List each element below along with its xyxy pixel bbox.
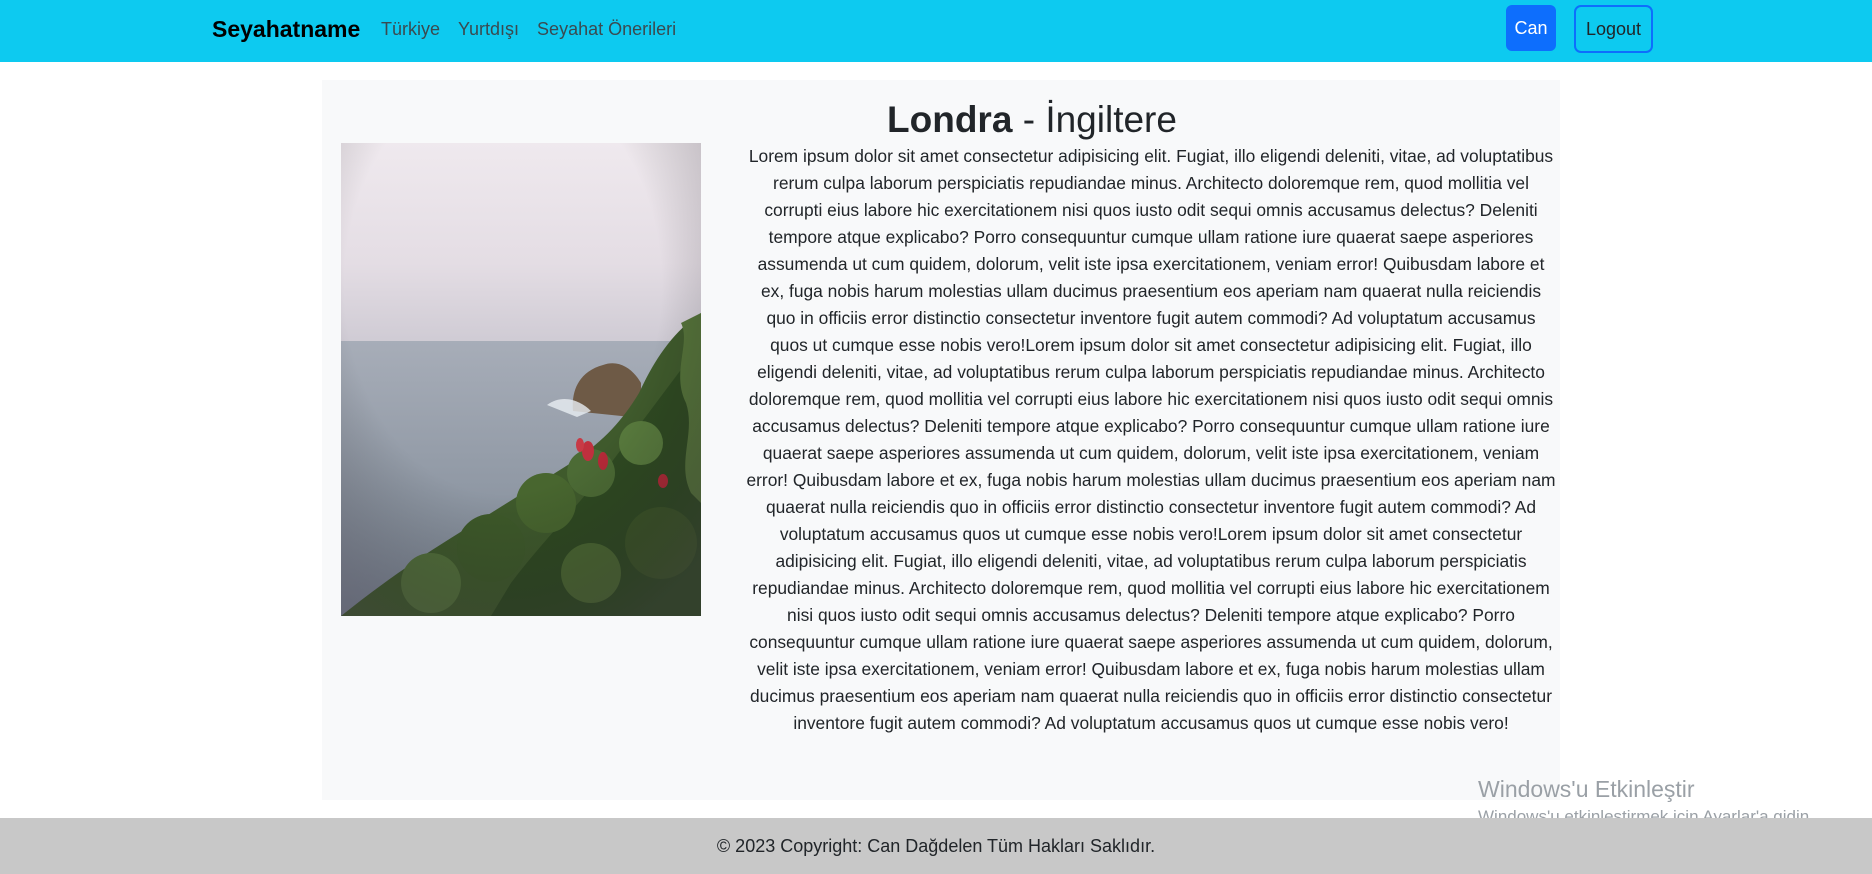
article-card: Londra - İngiltere Lorem ipsum dolor sit… <box>322 80 1560 800</box>
city-name: Londra <box>887 99 1013 140</box>
user-button[interactable]: Can <box>1506 5 1556 51</box>
footer-copyright: © 2023 Copyright: Can Dağdelen Tüm Hakla… <box>716 835 1156 856</box>
nav-links: Türkiye Yurtdışı Seyahat Önerileri <box>381 16 676 42</box>
destination-photo <box>341 143 701 616</box>
nav-link-turkiye[interactable]: Türkiye <box>381 16 440 42</box>
top-navbar: Seyahatname Türkiye Yurtdışı Seyahat Öne… <box>0 0 1872 62</box>
page-title: Londra - İngiltere <box>802 97 1262 143</box>
brand-link[interactable]: Seyahatname <box>212 14 360 44</box>
page-footer: © 2023 Copyright: Can Dağdelen Tüm Hakla… <box>0 818 1872 874</box>
country-name: İngiltere <box>1045 99 1177 140</box>
title-separator: - <box>1022 99 1036 140</box>
article-body: Lorem ipsum dolor sit amet consectetur a… <box>746 146 1556 733</box>
nav-link-yurtdisi[interactable]: Yurtdışı <box>458 16 519 42</box>
landscape-photo-icon <box>341 143 701 616</box>
logout-button[interactable]: Logout <box>1574 5 1653 53</box>
nav-link-seyahat-onerileri[interactable]: Seyahat Önerileri <box>537 16 676 42</box>
